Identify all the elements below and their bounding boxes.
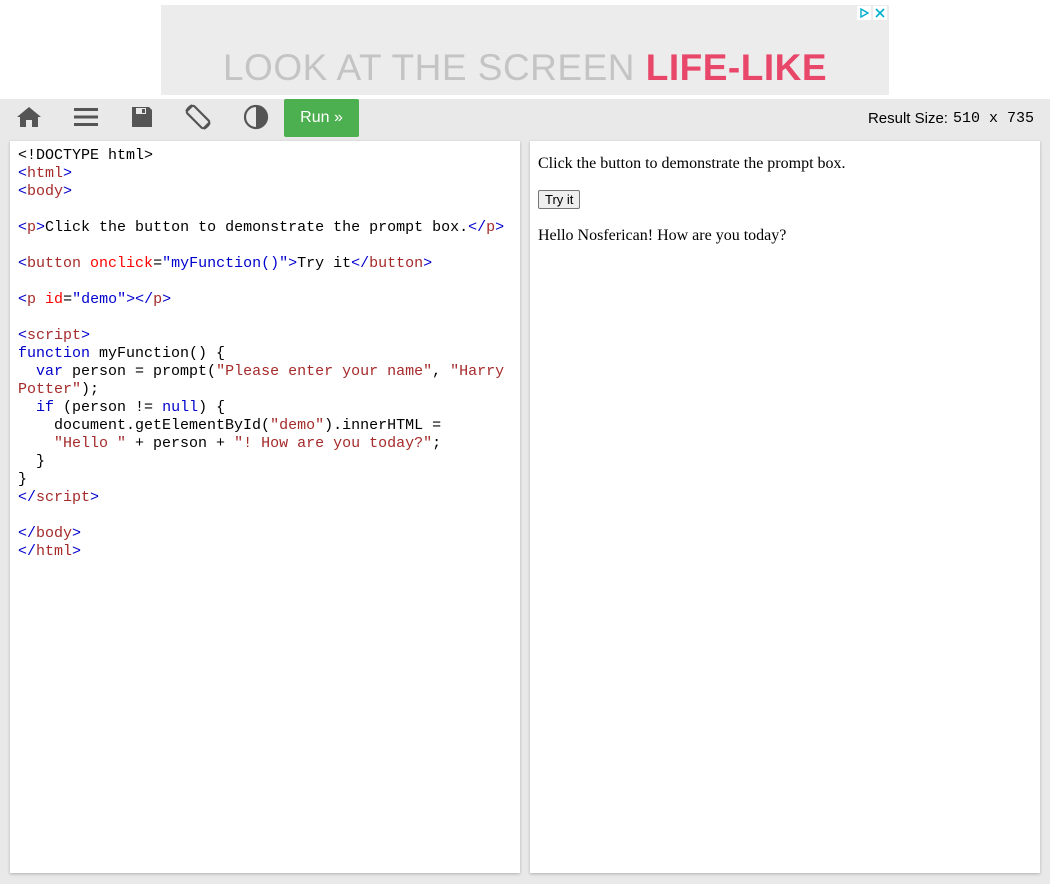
result-size: Result Size: 510 x 735 [868,99,1034,137]
code-tag: button [369,255,424,272]
result-size-value: 510 x 735 [952,109,1034,127]
run-button[interactable]: Run » [284,99,359,137]
code-tag: p [153,291,163,308]
code-attr: id [45,291,64,308]
code-tag: html [27,165,64,182]
advertisement[interactable]: LOOK AT THE SCREEN LIFE-LIKE [161,5,889,95]
close-ad-icon[interactable] [873,6,887,20]
toolbar: Run » Result Size: 510 x 735 [0,99,1050,139]
code-text[interactable]: <!DOCTYPE html> <html> <body> <p>Click t… [10,141,520,567]
save-icon [130,105,154,134]
code-js: ) { [198,399,226,416]
code-js: , [432,363,451,380]
code-keyword: null [162,399,199,416]
code-js: person = prompt( [63,363,217,380]
code-keyword: if [36,399,55,416]
code-js: document.getElementById( [54,417,271,434]
adchoices-icon[interactable] [857,6,871,20]
ad-controls [857,6,887,20]
ad-headline: LOOK AT THE SCREEN LIFE-LIKE [161,47,889,89]
code-keyword: function [18,345,91,362]
code-js: } [18,471,28,488]
code-string: "demo" [270,417,325,434]
code-tag: p [27,219,37,236]
code-tag: button [27,255,82,272]
ad-text-main: LOOK AT THE SCREEN [222,47,646,88]
code-js: ).innerHTML = [324,417,442,434]
code-string: "Hello " [54,435,127,452]
code-string: "Please enter your name" [216,363,433,380]
home-icon [15,105,43,134]
workspace: <!DOCTYPE html> <html> <body> <p>Click t… [0,139,1050,884]
home-button[interactable] [14,99,44,139]
code-attr-value: "demo" [72,291,127,308]
code-doctype: <!DOCTYPE html> [18,147,154,164]
code-text-node: Click the button to demonstrate the prom… [45,219,469,236]
code-editor[interactable]: <!DOCTYPE html> <html> <body> <p>Click t… [10,141,520,873]
code-attr-value: "myFunction()" [162,255,289,272]
try-it-button[interactable]: Try it [538,190,581,209]
result-document: Click the button to demonstrate the prom… [530,141,1040,259]
code-js: + person + [126,435,235,452]
code-js: myFunction() { [90,345,226,362]
code-tag: html [36,543,73,560]
menu-icon [73,106,99,133]
ad-banner-area: LOOK AT THE SCREEN LIFE-LIKE [0,0,1050,99]
code-tag: script [36,489,91,506]
result-intro-text: Click the button to demonstrate the prom… [538,155,846,172]
contrast-icon [243,104,269,135]
code-tag: p [27,291,37,308]
rotate-device-icon [183,102,213,137]
code-js: ; [432,435,442,452]
demo-output: Hello Nosferican! How are you today? [538,227,787,244]
code-js: ); [81,381,100,398]
ad-text-accent: LIFE-LIKE [645,47,828,88]
code-tag: script [27,327,82,344]
code-text-node: Try it [297,255,352,272]
result-iframe[interactable]: Click the button to demonstrate the prom… [530,141,1040,873]
code-js: } [36,453,46,470]
rotate-layout-button[interactable] [182,99,214,139]
result-size-label: Result Size: [867,109,948,127]
code-attr: onclick [90,255,154,272]
code-tag: p [486,219,496,236]
code-js: (person != [54,399,163,416]
save-button[interactable] [127,99,157,139]
code-string: "! How are you today?" [234,435,433,452]
code-keyword: var [36,363,64,380]
code-tag: body [27,183,64,200]
code-tag: body [36,525,73,542]
theme-toggle-button[interactable] [242,99,270,139]
menu-button[interactable] [71,99,101,139]
